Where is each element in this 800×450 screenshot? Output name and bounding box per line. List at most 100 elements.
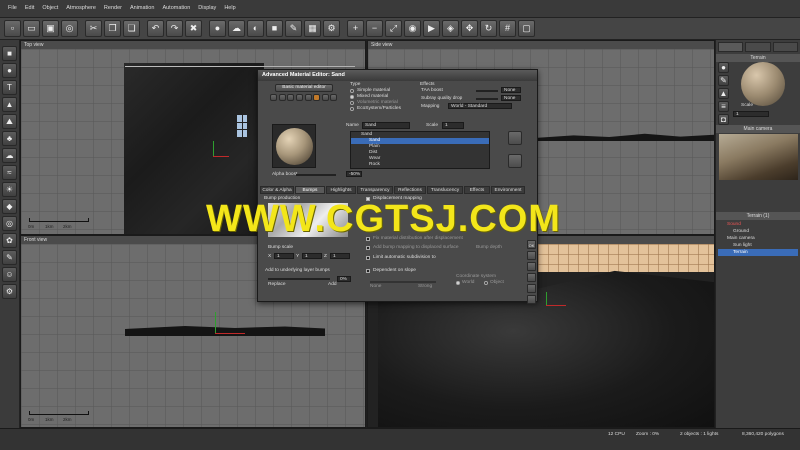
panel-tab-brush[interactable] <box>718 42 744 52</box>
play-icon[interactable]: ▶ <box>423 20 440 37</box>
layer-remove-button[interactable] <box>508 154 522 168</box>
type-radio[interactable] <box>350 101 354 105</box>
plant-icon[interactable]: ♣ <box>2 131 17 146</box>
tab-reflections[interactable]: Reflections <box>394 186 426 194</box>
mountain-icon[interactable]: ⛰ <box>2 114 17 129</box>
tab-effects[interactable]: Effects <box>464 186 490 194</box>
open-icon[interactable] <box>278 94 286 101</box>
tab-color-alpha[interactable]: Color & Alpha <box>260 186 294 194</box>
material-preview-sphere[interactable] <box>741 62 785 106</box>
terrain-icon[interactable]: ▲ <box>718 88 729 99</box>
cloud-icon[interactable]: ☁ <box>2 148 17 163</box>
type-radio[interactable] <box>350 95 354 99</box>
pan-icon[interactable]: ✥ <box>461 20 478 37</box>
slope-slider[interactable] <box>370 281 436 283</box>
grid-icon[interactable]: # <box>499 20 516 37</box>
type-radio[interactable] <box>350 89 354 93</box>
settings-icon[interactable]: ⚙ <box>323 20 340 37</box>
limit-subdiv-checkbox[interactable] <box>366 256 370 260</box>
subray-field[interactable]: None <box>501 95 521 101</box>
underlying-slider[interactable] <box>268 278 330 280</box>
coord-world-radio[interactable] <box>456 281 460 285</box>
zoom-in-icon[interactable]: + <box>347 20 364 37</box>
preview-icon[interactable]: ◉ <box>404 20 421 37</box>
mapping-select[interactable]: World - Standard <box>448 103 512 109</box>
settings-icon[interactable] <box>321 94 329 101</box>
new-icon[interactable]: ▫ <box>4 20 21 37</box>
coord-object-radio[interactable] <box>484 281 488 285</box>
add-bump-checkbox[interactable] <box>366 246 370 250</box>
preview-icon[interactable] <box>330 94 338 101</box>
name-field[interactable]: Sand <box>362 122 410 129</box>
scene-tree-item[interactable]: Sun light <box>718 242 798 249</box>
tab-environment[interactable]: Environment <box>491 186 525 194</box>
panel-tab-group[interactable] <box>772 42 798 52</box>
basic-material-editor-button[interactable]: Basic material editor <box>275 84 333 92</box>
save-icon[interactable] <box>527 295 536 304</box>
material-icon[interactable]: ● <box>718 62 729 73</box>
material-layer-item[interactable]: Rock <box>351 162 489 168</box>
panel-tab-link[interactable] <box>745 42 771 52</box>
save-icon[interactable]: ▣ <box>42 20 59 37</box>
atmosphere-icon[interactable]: ☁ <box>228 20 245 37</box>
layer-add-button[interactable] <box>508 131 522 145</box>
copy-icon[interactable]: ❐ <box>104 20 121 37</box>
paint-icon[interactable]: ✎ <box>2 250 17 265</box>
dependent-slope-checkbox[interactable] <box>366 269 370 273</box>
undo-icon[interactable]: ↶ <box>147 20 164 37</box>
layer-icon[interactable]: ≡ <box>718 101 729 112</box>
undo-icon[interactable] <box>527 262 536 271</box>
gear-icon[interactable]: ⚙ <box>2 284 17 299</box>
new-icon[interactable] <box>270 94 277 101</box>
zoom-out-icon[interactable]: − <box>366 20 383 37</box>
terrain-icon[interactable]: ▲ <box>2 97 17 112</box>
edit-icon[interactable]: ✎ <box>285 20 302 37</box>
menu-item-display[interactable]: Display <box>198 5 216 11</box>
menu-item-object[interactable]: Object <box>42 5 58 11</box>
bump-scale-field[interactable]: 1 <box>302 253 322 259</box>
menu-item-file[interactable]: File <box>8 5 17 11</box>
tab-translucency[interactable]: Translucency <box>427 186 463 194</box>
taa-slider[interactable] <box>476 90 498 92</box>
menu-item-help[interactable]: Help <box>224 5 235 11</box>
cut-icon[interactable]: ✂ <box>85 20 102 37</box>
rotate-icon[interactable]: ↻ <box>480 20 497 37</box>
rock-icon[interactable]: ◆ <box>2 199 17 214</box>
type-radio[interactable] <box>350 107 354 111</box>
zoom-fit-icon[interactable]: ⤢ <box>385 20 402 37</box>
scale-field[interactable]: 1 <box>733 111 769 117</box>
scene-tree-item[interactable]: Main camera <box>718 235 798 242</box>
grid-icon[interactable] <box>527 284 536 293</box>
scene-tree-item[interactable]: Ground <box>718 228 798 235</box>
paste-icon[interactable]: ❏ <box>123 20 140 37</box>
figure-icon[interactable]: ☺ <box>2 267 17 282</box>
object-icon[interactable]: ■ <box>266 20 283 37</box>
material-layer-list[interactable]: Sand Sand Plain Dist Wear Rock <box>350 131 490 169</box>
menu-item-edit[interactable]: Edit <box>25 5 34 11</box>
subray-slider[interactable] <box>476 98 498 100</box>
help-icon[interactable] <box>527 251 536 260</box>
open-icon[interactable]: ▭ <box>23 20 40 37</box>
sphere-icon[interactable]: ● <box>2 63 17 78</box>
menu-item-animation[interactable]: Animation <box>130 5 154 11</box>
material-preview-box[interactable] <box>272 124 316 168</box>
image-icon[interactable]: ▦ <box>304 20 321 37</box>
edit-icon[interactable]: ✎ <box>718 75 729 86</box>
transform-gizmo[interactable] <box>237 115 247 137</box>
bump-scale-field[interactable]: 1 <box>274 253 294 259</box>
tab-highlights[interactable]: Highlights <box>326 186 356 194</box>
scene-tree-item[interactable]: Terrain <box>718 249 798 256</box>
document-icon[interactable] <box>527 273 536 282</box>
highlight-icon[interactable] <box>313 94 321 101</box>
render-icon[interactable]: ◎ <box>61 20 78 37</box>
lock-icon[interactable]: ◘ <box>718 114 729 125</box>
view-icon[interactable]: ▢ <box>518 20 535 37</box>
save-icon[interactable] <box>287 94 295 101</box>
delete-icon[interactable]: ✖ <box>185 20 202 37</box>
alpha-boost-field[interactable]: -50% <box>346 171 362 177</box>
tab-bumps[interactable]: Bumps <box>295 186 325 194</box>
material-icon[interactable]: ● <box>209 20 226 37</box>
alpha-boost-slider[interactable] <box>296 174 336 176</box>
eco-icon[interactable]: ✿ <box>2 233 17 248</box>
redo-icon[interactable]: ↷ <box>166 20 183 37</box>
